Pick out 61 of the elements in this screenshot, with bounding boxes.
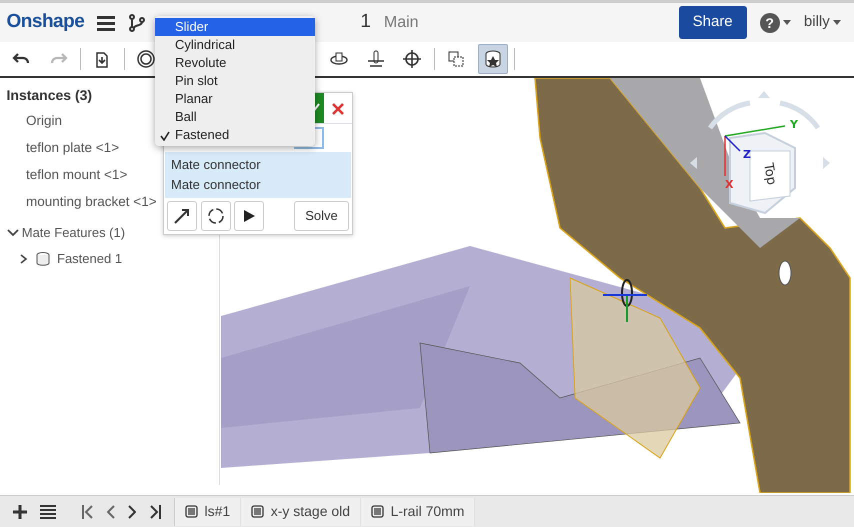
axis-label: Z [743,148,751,161]
branch-label: Main [384,12,419,32]
first-page-icon[interactable] [82,504,94,518]
part-studio-icon[interactable] [371,505,384,518]
chevron-down-icon[interactable] [6,229,18,237]
solve-button[interactable]: Solve [294,201,349,230]
panel-heading: Instances (3) [6,86,92,105]
cylinder-icon [34,251,50,267]
list-icon[interactable] [40,504,56,518]
add-icon[interactable] [13,504,27,518]
rotate-circle-button[interactable] [200,200,230,231]
tree-item[interactable]: Mate Features (1) [22,223,126,243]
chevron-left-icon[interactable] [107,504,115,518]
close-button[interactable] [324,93,352,123]
mate-connector-icon [603,279,647,322]
tree-item[interactable]: mounting bracket <1> [26,193,157,211]
document-title: 1 [360,10,371,34]
close-icon[interactable] [332,102,344,115]
branch-icon[interactable] [128,14,146,32]
tree-item[interactable]: Fastened 1 [57,249,122,269]
app-logo[interactable]: Onshape [6,8,84,37]
last-page-icon[interactable] [149,504,161,518]
part-studio-icon[interactable] [251,505,264,518]
circle-icon[interactable] [136,49,156,69]
checkmark-icon [160,130,170,141]
connector-item[interactable]: Mate connector [165,174,351,194]
cylinder-star-icon[interactable] [482,49,502,69]
help-button[interactable]: ? [760,12,780,32]
caret-icon[interactable] [782,20,791,25]
menu-option[interactable]: Pin slot [155,72,315,90]
play-button[interactable] [234,200,264,231]
view-cube-drawing[interactable] [690,91,830,214]
caret-icon[interactable] [833,20,841,25]
document-tab[interactable]: ls#1 [175,498,242,526]
play-icon[interactable] [242,208,256,223]
menu-option[interactable]: Revolute [155,54,315,72]
menu-option[interactable]: Ball [155,108,315,126]
tree-item[interactable]: Origin [26,112,62,130]
tree-item[interactable]: teflon mount <1> [26,166,128,184]
overlapping-squares-icon[interactable] [446,49,466,69]
crosshair-icon[interactable] [402,49,422,69]
axis-label: X [725,178,734,191]
axis-label: Y [790,118,798,131]
menu-option[interactable]: Slider [155,18,315,36]
tree-item[interactable]: teflon plate <1> [26,139,120,157]
chevron-right-icon[interactable] [20,254,28,264]
slider-icon[interactable] [366,49,386,69]
document-tab[interactable]: x-y stage old [241,498,362,526]
menu-option[interactable]: Cylindrical [155,36,315,54]
share-button[interactable]: Share [678,6,747,39]
dashed-circle-icon[interactable] [206,206,226,226]
chevron-right-icon[interactable] [128,504,136,518]
menu-option[interactable]: Planar [155,90,315,108]
connector-item[interactable]: Mate connector [165,155,351,175]
menu-option[interactable]: Fastened [155,126,315,144]
document-tab[interactable]: L-rail 70mm [361,498,476,526]
mate-feature-button[interactable] [478,44,508,74]
part-studio-icon[interactable] [185,505,198,518]
menu-icon[interactable] [97,14,116,30]
user-menu[interactable]: billy [804,11,830,34]
flip-arrow-button[interactable] [167,200,198,231]
